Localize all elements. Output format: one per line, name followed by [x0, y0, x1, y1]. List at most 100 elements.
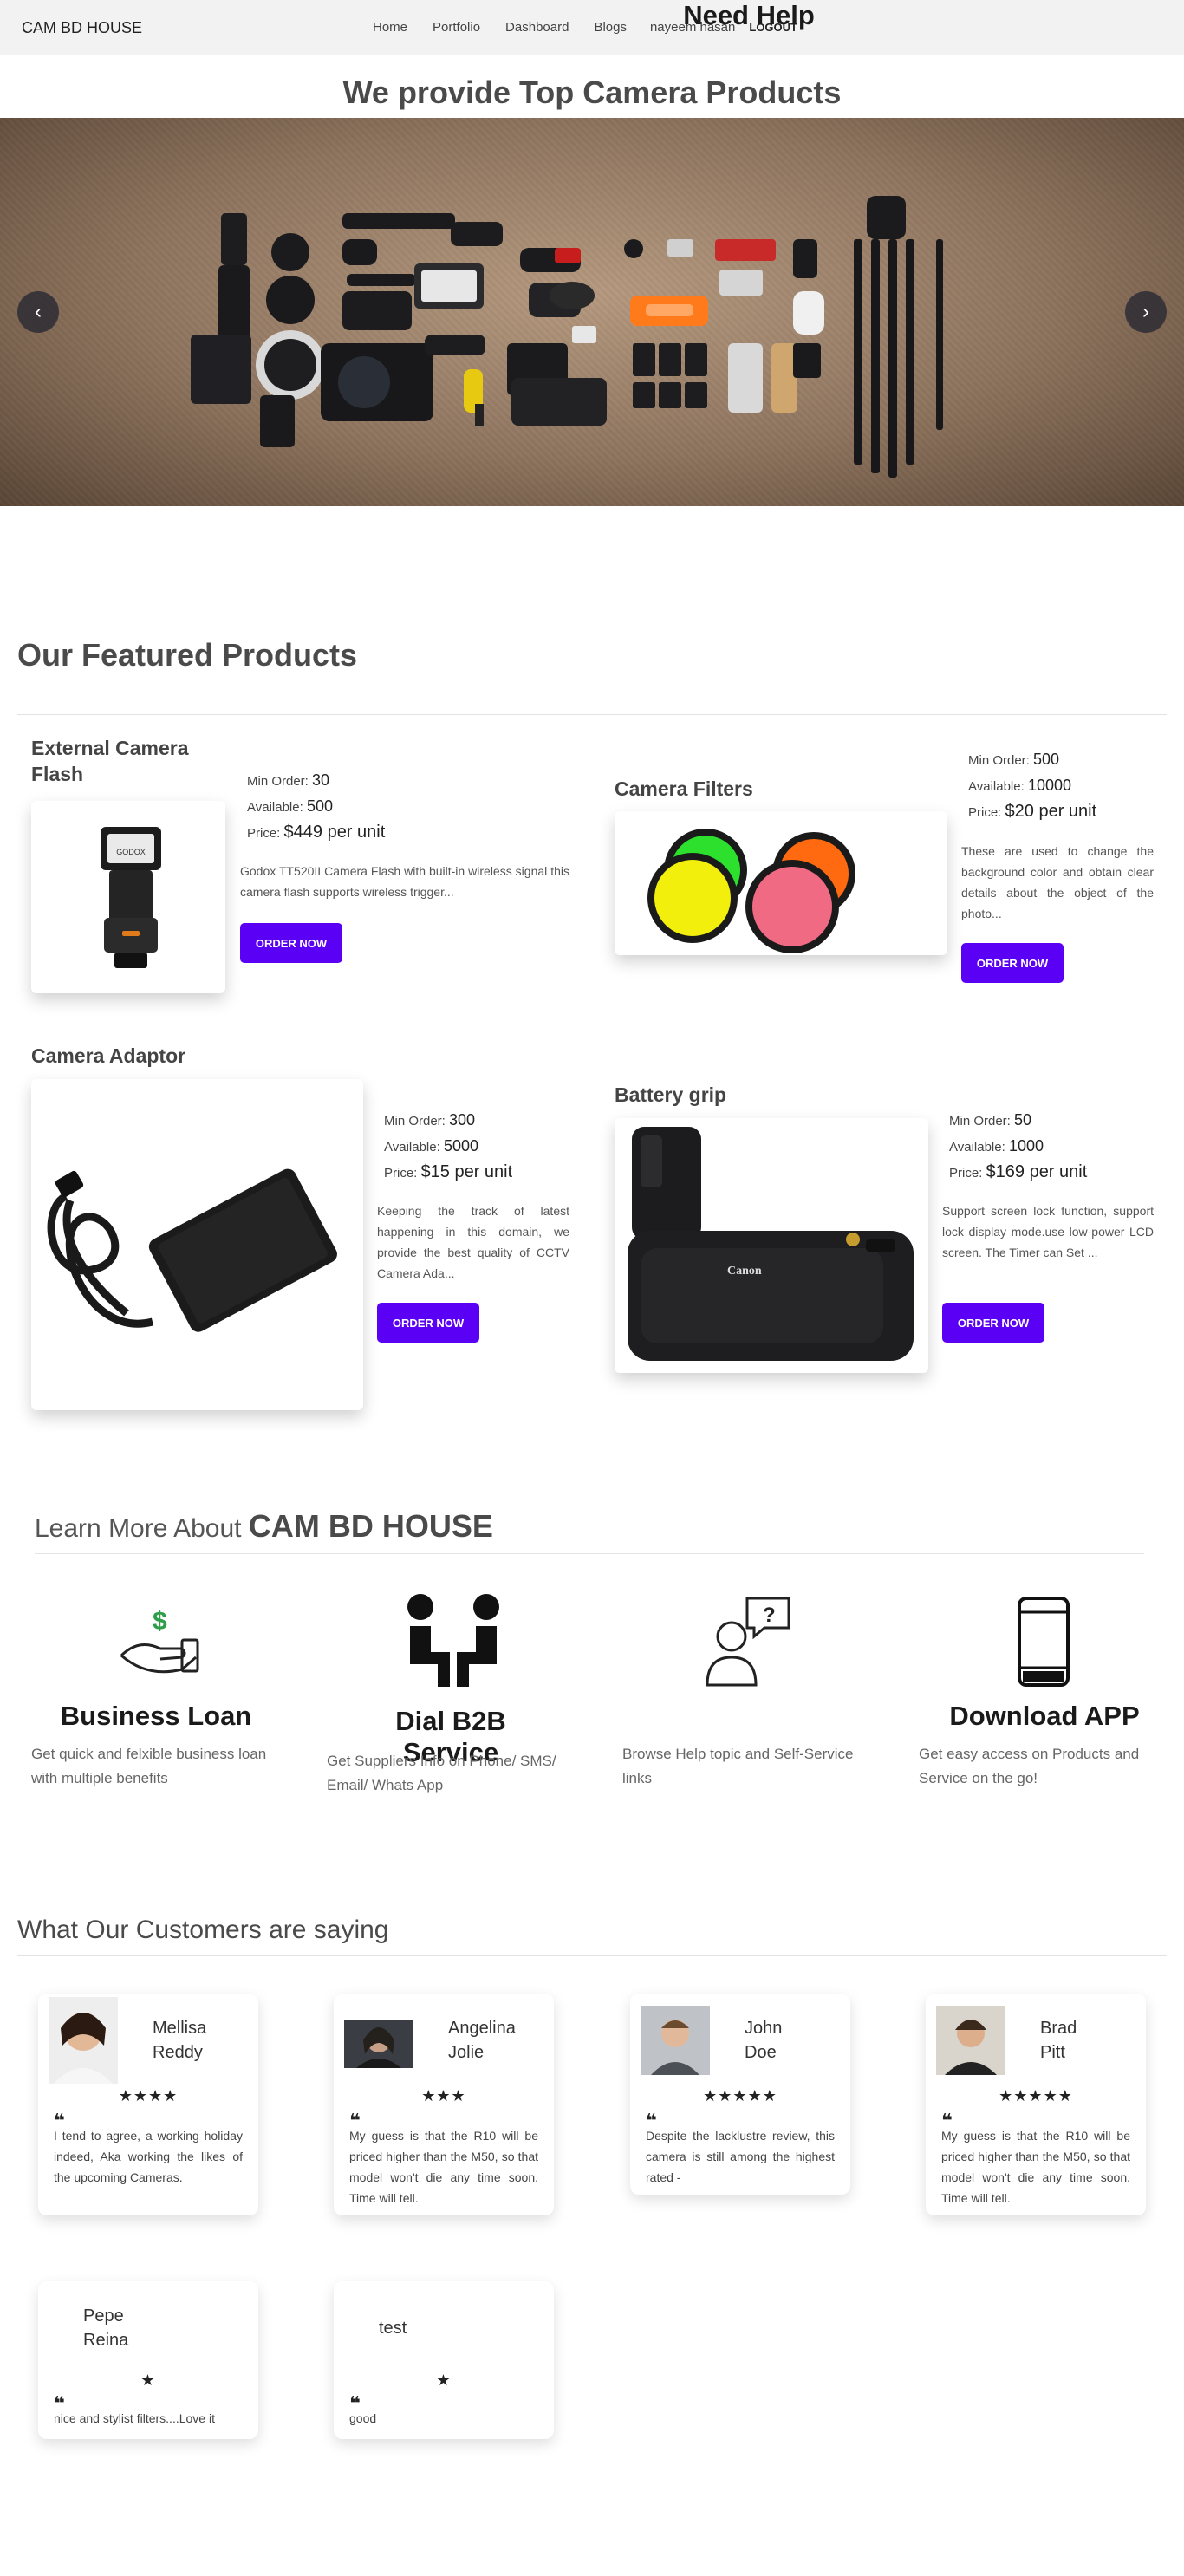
product-meta: Min Order: 50 Available: 1000 Price: $16… [949, 1108, 1087, 1186]
rating-stars: ★★★★★ [703, 2087, 777, 2104]
available-label: Available: [384, 1140, 440, 1155]
loan-dollar-sign: $ [153, 1607, 167, 1636]
customer-name: Mellisa Reddy [153, 2016, 206, 2065]
phone-icon [1016, 1595, 1071, 1688]
min-order-label: Min Order: [247, 774, 309, 789]
price-label: Price: [247, 826, 281, 841]
available-value: 5000 [443, 1137, 478, 1155]
price-label: Price: [949, 1166, 983, 1181]
carousel-next-button[interactable]: › [1125, 291, 1167, 333]
nav-home-link[interactable]: Home [373, 20, 407, 35]
min-order-value: 30 [312, 771, 330, 789]
featured-title: Our Featured Products [17, 637, 358, 673]
available-label: Available: [968, 779, 1025, 794]
learn-more-title: Learn More About CAM BD HOUSE [35, 1508, 493, 1545]
product-image-adaptor[interactable] [31, 1079, 363, 1410]
nav-dashboard-link[interactable]: Dashboard [505, 20, 569, 35]
nav-blogs-link[interactable]: Blogs [594, 20, 627, 35]
customer-name: Angelina Jolie [448, 2016, 516, 2065]
service-title: Business Loan [60, 1701, 252, 1731]
product-image-battery-grip[interactable]: Canon [615, 1118, 928, 1373]
product-image-flash[interactable]: GODOX [31, 801, 225, 993]
avatar [641, 2006, 710, 2075]
testimonials-divider [17, 1955, 1167, 1956]
service-description: Get Suppliers Info on Phone/ SMS/ Email/… [327, 1753, 556, 1793]
rating-stars: ★★★★ [118, 2087, 179, 2104]
order-now-button[interactable]: ORDER NOW [961, 943, 1064, 983]
min-order-value: 50 [1014, 1111, 1032, 1129]
customer-first-name: Mellisa [153, 2019, 207, 2038]
customer-name: Pepe Reina [83, 2304, 128, 2352]
learn-more-divider [35, 1553, 1144, 1554]
adaptor-icon [47, 1168, 337, 1332]
help-person-icon: ? [702, 1595, 796, 1688]
rating-stars: ★★★★★ [999, 2087, 1073, 2104]
price-label: Price: [968, 805, 1002, 820]
learn-more-brand: CAM BD HOUSE [248, 1508, 493, 1544]
available-label: Available: [949, 1140, 1005, 1155]
grip-logo: Canon [727, 1265, 762, 1278]
navbar: CAM BD HOUSE Home Portfolio Dashboard Bl… [0, 0, 1184, 55]
customer-last-name: Reddy [153, 2043, 203, 2062]
product-name: External Camera Flash [31, 737, 189, 785]
product-meta: Min Order: 500 Available: 10000 Price: $… [968, 747, 1096, 825]
rating-stars: ★★★ [421, 2087, 466, 2104]
avatar [49, 1997, 118, 2084]
product-description: Keeping the track of latest happening in… [377, 1204, 569, 1280]
testimonial-card: test ★ ❝ good [334, 2281, 554, 2439]
rating-stars: ★ [140, 2371, 156, 2389]
price-value: $20 per unit [1005, 802, 1097, 821]
order-now-button[interactable]: ORDER NOW [240, 923, 342, 963]
testimonial-text: Despite the lacklustre review, this came… [646, 2129, 835, 2184]
brand-logo[interactable]: CAM BD HOUSE [22, 19, 142, 37]
avatar [344, 2020, 413, 2068]
min-order-label: Min Order: [949, 1114, 1011, 1129]
testimonial-text: nice and stylist filters....Love it [54, 2411, 215, 2425]
avatar [936, 2006, 1005, 2075]
testimonial-text: I tend to agree, a working holiday indee… [54, 2129, 243, 2184]
service-title: Need Help [683, 0, 815, 30]
testimonial-text: good [349, 2411, 377, 2425]
order-now-button[interactable]: ORDER NOW [377, 1303, 479, 1343]
available-value: 10000 [1027, 777, 1072, 794]
product-description: These are used to change the background … [961, 844, 1154, 920]
carousel-prev-button[interactable]: ‹ [17, 291, 59, 333]
available-label: Available: [247, 800, 303, 815]
product-meta: Min Order: 300 Available: 5000 Price: $1… [384, 1108, 512, 1186]
testimonial-card: John Doe ★★★★★ ❝ Despite the lacklustre … [630, 1994, 850, 2195]
order-now-button[interactable]: ORDER NOW [942, 1303, 1044, 1343]
customer-first-name: test [379, 2319, 407, 2338]
testimonial-card: Pepe Reina ★ ❝ nice and stylist filters.… [38, 2281, 258, 2439]
people-icon [405, 1591, 502, 1695]
service-description: Browse Help topic and Self-Service links [622, 1746, 854, 1786]
customer-first-name: Angelina [448, 2019, 516, 2038]
customer-last-name: Jolie [448, 2043, 485, 2062]
min-order-value: 500 [1033, 751, 1060, 768]
testimonials-title: What Our Customers are saying [17, 1916, 389, 1944]
testimonial-card: Mellisa Reddy ★★★★ ❝ I tend to agree, a … [38, 1994, 258, 2215]
product-name: Camera Adaptor [31, 1044, 186, 1067]
available-value: 1000 [1008, 1137, 1044, 1155]
testimonial-card: Brad Pitt ★★★★★ ❝ My guess is that the R… [926, 1994, 1146, 2215]
customer-last-name: Reina [83, 2331, 129, 2350]
customer-first-name: John [745, 2019, 783, 2038]
customer-name: John Doe [745, 2016, 782, 2065]
service-description: Get quick and felxible business loan wit… [31, 1746, 267, 1786]
customer-name: test [379, 2316, 407, 2340]
product-image-filters[interactable] [615, 811, 947, 955]
min-order-label: Min Order: [968, 753, 1030, 768]
loan-hand-icon: $ [113, 1595, 203, 1685]
nav-portfolio-link[interactable]: Portfolio [433, 20, 480, 35]
service-title: Download APP [949, 1701, 1140, 1731]
hero-carousel: ‹ › [0, 118, 1184, 506]
flash-logo: GODOX [116, 848, 146, 856]
customer-first-name: Pepe [83, 2306, 124, 2326]
customer-name: Brad Pitt [1040, 2016, 1077, 2065]
price-value: $169 per unit [986, 1162, 1088, 1181]
min-order-label: Min Order: [384, 1114, 446, 1129]
product-name: Battery grip [615, 1083, 727, 1106]
learn-more-prefix: Learn More About [35, 1514, 242, 1543]
customer-first-name: Brad [1040, 2019, 1077, 2038]
product-meta: Min Order: 30 Available: 500 Price: $449… [247, 768, 385, 846]
available-value: 500 [306, 797, 333, 815]
